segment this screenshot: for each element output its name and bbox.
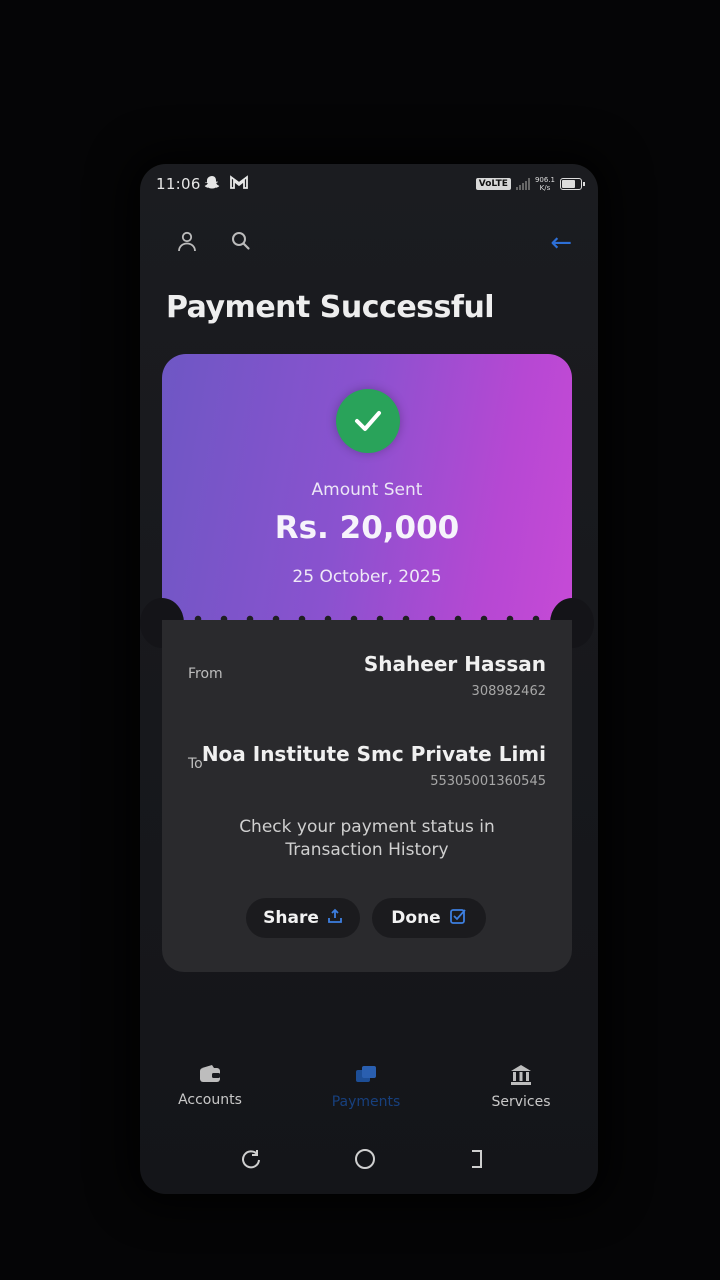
wallet-icon	[200, 1065, 220, 1082]
top-bar: ←	[176, 228, 572, 260]
nav-item-payments[interactable]: Payments	[326, 1064, 406, 1110]
system-nav-bar	[140, 1148, 598, 1178]
phone-screen: 11:06 VoLTE 906.1 K/s ← Payment Successf…	[140, 164, 598, 1194]
status-time: 11:06	[156, 175, 201, 193]
battery-icon	[560, 178, 585, 190]
nav-label-payments: Payments	[331, 1094, 401, 1110]
share-button[interactable]: Share	[246, 898, 360, 938]
payment-date: 25 October, 2025	[292, 567, 442, 587]
to-account: 55305001360545	[430, 774, 546, 789]
status-right-group: VoLTE 906.1 K/s	[475, 176, 585, 192]
profile-icon[interactable]	[176, 230, 202, 256]
share-button-label: Share	[263, 908, 319, 928]
payments-icon	[356, 1066, 376, 1082]
done-button[interactable]: Done	[372, 898, 486, 938]
signal-icon	[515, 178, 530, 190]
nav-label-accounts: Accounts	[178, 1092, 242, 1108]
from-account: 308982462	[471, 684, 546, 699]
from-label: From	[188, 666, 223, 682]
receipt-card: Amount Sent Rs. 20,000 25 October, 2025 …	[140, 354, 594, 972]
network-speed: 906.1 K/s	[534, 176, 555, 192]
recents-icon[interactable]	[240, 1148, 262, 1174]
status-bar: 11:06 VoLTE 906.1 K/s	[156, 174, 585, 198]
search-icon[interactable]	[230, 230, 256, 256]
nav-item-accounts[interactable]: Accounts	[174, 1064, 246, 1108]
to-name: Noa Institute Smc Private Limi	[201, 742, 546, 766]
volte-badge: VoLTE	[475, 178, 511, 190]
success-check-icon	[336, 389, 400, 453]
back-arrow-icon[interactable]: ←	[550, 228, 572, 258]
status-hint: Check your payment status in Transaction…	[239, 817, 495, 860]
home-icon[interactable]	[354, 1148, 376, 1174]
bottom-nav: Accounts Payments Services	[140, 1064, 598, 1124]
bank-icon	[511, 1065, 531, 1085]
gmail-icon	[230, 175, 248, 193]
done-button-label: Done	[391, 908, 441, 928]
amount-label: Amount Sent	[311, 480, 423, 500]
receipt-header: Amount Sent Rs. 20,000 25 October, 2025	[162, 354, 572, 620]
from-name: Shaheer Hassan	[363, 652, 546, 676]
amount-value: Rs. 20,000	[274, 510, 460, 546]
done-check-icon	[449, 907, 467, 929]
page-title: Payment Successful	[166, 290, 495, 325]
snapchat-icon	[204, 175, 220, 194]
share-icon	[327, 908, 343, 928]
nav-label-services: Services	[491, 1094, 551, 1110]
back-nav-icon[interactable]	[468, 1148, 486, 1174]
receipt-details: From Shaheer Hassan 308982462 To Noa Ins…	[162, 620, 572, 972]
nav-item-services[interactable]: Services	[488, 1064, 554, 1110]
to-label: To	[188, 756, 203, 772]
